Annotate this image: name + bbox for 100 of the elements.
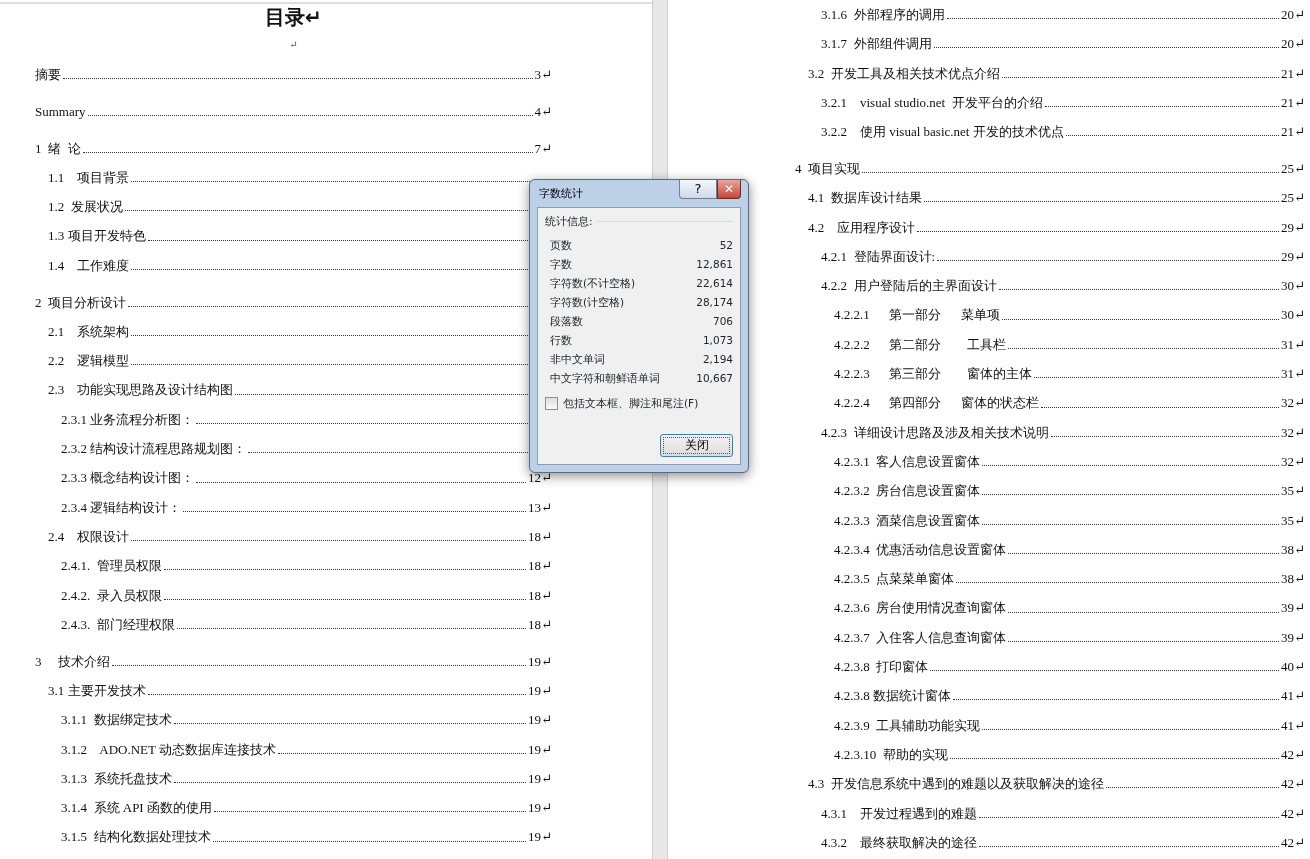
toc-entry-title[interactable]: 4.1 数据库设计结果 [808, 183, 922, 213]
page-number: 42↵ [1281, 775, 1305, 794]
toc-entry-title[interactable]: 4.3.1 开发过程遇到的难题 [821, 798, 977, 828]
page-number: 19↵ [528, 828, 552, 847]
toc-entry-title[interactable]: 4.2.2.2 第二部分 工具栏 [834, 329, 1007, 360]
toc-entry-title[interactable]: 4.2.3.7 入住客人信息查询窗体 [834, 622, 1007, 653]
toc-entry-title[interactable]: 3.1.4 系统 API 函数的使用 [61, 793, 212, 823]
toc-entry-title[interactable]: 4.2.3.1 客人信息设置窗体 [834, 446, 981, 477]
dialog-title: 字数统计 [538, 186, 584, 201]
toc-entry-title[interactable]: 3.1.7 外部组件调用 [821, 29, 932, 59]
toc-entry-title[interactable]: 1.2 发展状况 [48, 192, 123, 222]
toc-entry-title[interactable]: 摘要 [35, 60, 61, 90]
toc-entry-title[interactable]: 2.4.1. 管理员权限 [61, 551, 162, 581]
toc-entry-title[interactable]: 3.2.1 visual studio.net 开发平台的介绍 [821, 87, 1043, 118]
toc-entry-title[interactable]: 4.2.3.3 酒菜信息设置窗体 [834, 505, 981, 535]
toc-entry-title[interactable]: 2.2 逻辑模型 [48, 346, 130, 376]
toc-entry-title[interactable]: 4.2.3.9 工具辅助功能实现 [834, 710, 981, 740]
toc-entry-title[interactable]: 2.3.3 概念结构设计图： [61, 463, 195, 493]
stat-label: 行数 [550, 332, 572, 348]
toc-entry-title[interactable]: 4.2.2.3 第三部分 窗体的主体 [834, 359, 1033, 389]
toc-entry-title[interactable]: 4.2.2 用户登陆后的主界面设计 [821, 271, 997, 301]
toc-entry-title[interactable]: 1.1 项目背景 [48, 162, 130, 193]
page-number: 32↵ [1281, 423, 1305, 442]
toc-entry-title[interactable]: 3.1 主要开发技术 [48, 675, 146, 706]
page-number: 7↵ [534, 139, 552, 158]
stat-label: 字数 [550, 256, 572, 272]
toc-entry-title[interactable]: 4.3 开发信息系统中遇到的难题以及获取解决的途径 [808, 769, 1104, 799]
toc-entry-title[interactable]: 4.2.2.4 第四部分 窗体的状态栏 [834, 388, 1039, 418]
page-number: 13↵ [528, 498, 552, 517]
toc-entry-title[interactable]: 2.3.4 逻辑结构设计： [61, 492, 182, 522]
toc-entry-title[interactable]: 2.4.2. 录入员权限 [61, 580, 162, 610]
stat-label: 字符数(计空格) [550, 294, 625, 310]
page-number: 39↵ [1281, 599, 1305, 618]
toc-entry-title[interactable]: 2 项目分析设计 [35, 287, 126, 317]
toc-entry-title[interactable]: 3.1.6 外部程序的调用 [821, 0, 945, 30]
toc-entry-title[interactable]: 4.2.3.5 点菜菜单窗体 [834, 564, 955, 594]
toc-entry-title[interactable]: 4.3.2 最终获取解决的途径 [821, 827, 977, 858]
toc-entry-title[interactable]: 4.2 应用程序设计 [808, 212, 916, 242]
toc-entry-title[interactable]: 1.4 工作难度 [48, 250, 130, 281]
stat-value: 1,073 [702, 332, 733, 348]
toc-entry-title[interactable]: 1 绪 论 [35, 133, 81, 163]
toc-entry-title[interactable]: 4.2.3.8 打印窗体 [834, 652, 929, 682]
toc-entry-title[interactable]: 2.4.3. 部门经理权限 [61, 609, 175, 640]
group-label: 统计信息: [545, 214, 593, 229]
toc-entry-title[interactable]: 4.2.3 详细设计思路及涉及相关技术说明 [821, 417, 1049, 447]
paragraph-mark: ↵ [288, 38, 299, 52]
toc-entry-title[interactable]: 2.3.1 业务流程分析图： [61, 404, 195, 435]
page-number: 19↵ [528, 740, 552, 759]
page-number: 4↵ [534, 102, 552, 121]
page-number: 32↵ [1281, 452, 1305, 471]
toc-entry-title[interactable]: 2.3 功能实现思路及设计结构图 [48, 375, 234, 405]
page-number: 29↵ [1281, 247, 1305, 266]
page-number: 41↵ [1281, 687, 1305, 706]
stat-value: 12,861 [696, 256, 733, 272]
page-number: 35↵ [1281, 482, 1305, 501]
page-number: 25↵ [1281, 189, 1305, 208]
page-number: 20↵ [1281, 6, 1305, 24]
toc-entry-title[interactable]: 2.3.2 结构设计流程思路规划图： [61, 434, 247, 464]
toc-entry-title[interactable]: 4.2.3.8 数据统计窗体 [834, 681, 951, 711]
toc-entry-title[interactable]: 2.1 系统架构 [48, 316, 130, 347]
help-button[interactable]: ? [679, 180, 717, 199]
page-number: 32↵ [1281, 394, 1305, 413]
stat-value: 52 [719, 237, 733, 253]
document-heading: 目录↵ [264, 4, 323, 30]
toc-entry-title[interactable]: 4 项目实现 [795, 154, 860, 184]
toc-entry-title[interactable]: 3.2.2 使用 visual basic.net 开发的技术优点 [821, 117, 1064, 147]
close-button[interactable]: 关闭 [660, 434, 733, 457]
toc-entry-title[interactable]: 4.2.3.10 帮助的实现 [834, 739, 948, 770]
toc-entry-title[interactable]: 3.1.1 数据绑定技术 [61, 705, 172, 735]
page-number: 21↵ [1281, 64, 1305, 83]
page-number: 19↵ [528, 652, 552, 671]
toc-entry-title[interactable]: 3.1.2 ADO.NET 动态数据库连接技术 [61, 734, 276, 764]
page-number: 19↵ [528, 711, 552, 730]
toc-entry-title[interactable]: 4.2.3.2 房台信息设置窗体 [834, 476, 981, 506]
toc-entry-title[interactable]: 3 技术介绍 [35, 646, 110, 676]
toc-entry-title[interactable]: 3.1.3 系统托盘技术 [61, 763, 172, 794]
stat-label: 段落数 [550, 313, 583, 329]
page-number: 39↵ [1281, 628, 1305, 647]
toc-entry-title[interactable]: 3.2 开发工具及相关技术优点介绍 [808, 58, 1000, 88]
checkbox[interactable] [545, 397, 558, 411]
toc-entry-title[interactable]: 4.2.1 登陆界面设计: [821, 241, 936, 272]
toc-entry-title[interactable]: 4.2.2.1 第一部分 菜单项 [834, 300, 1000, 330]
toc-entry-title[interactable]: 4.2.3.4 优惠活动信息设置窗体 [834, 534, 1007, 565]
stat-label: 中文字符和朝鲜语单词 [550, 370, 660, 386]
page-number: 18↵ [528, 586, 552, 605]
toc-entry-title[interactable]: 2.4 权限设计 [48, 521, 130, 552]
toc-entry-title[interactable]: 3.1.5 结构化数据处理技术 [61, 822, 211, 852]
page-number: 3↵ [534, 66, 552, 84]
page-number: 21↵ [1281, 123, 1305, 142]
page-number: 18↵ [528, 557, 552, 576]
page-number: 40↵ [1281, 658, 1305, 677]
stat-value: 22,614 [696, 275, 733, 291]
page-number: 42↵ [1281, 833, 1305, 852]
toc-entry-title[interactable]: Summary [35, 96, 86, 127]
toc-entry-title[interactable]: 4.2.3.6 房台使用情况查询窗体 [834, 593, 1007, 623]
page-number: 25↵ [1281, 160, 1305, 178]
stat-label: 字符数(不计空格) [550, 275, 636, 291]
page-number: 12↵ [528, 469, 552, 488]
toc-entry-title[interactable]: 1.3 项目开发特色 [48, 221, 146, 251]
page-number: 31↵ [1281, 335, 1305, 354]
